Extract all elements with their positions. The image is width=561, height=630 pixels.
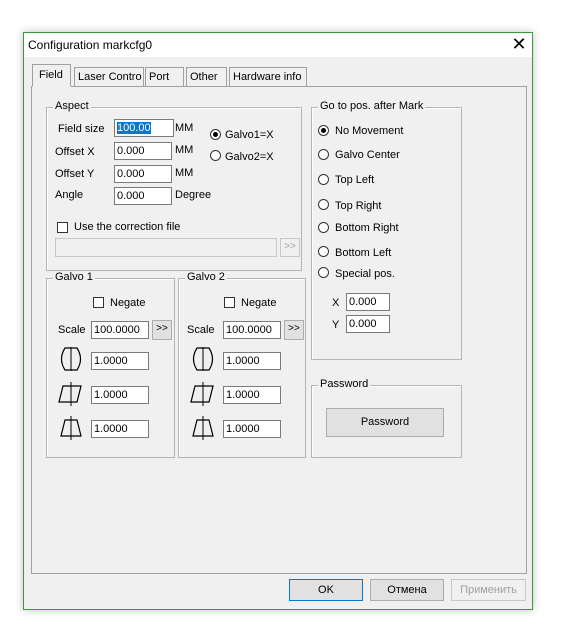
- goto-radio-galvo-center[interactable]: [318, 149, 329, 160]
- password-group: Password Password: [311, 378, 462, 458]
- galvo2-param2-input[interactable]: 1.0000: [223, 386, 281, 404]
- galvo2-group: Galvo 2 Negate Scale 100.0000 >> 1.0000 …: [178, 271, 306, 458]
- goto-radio-bottom-left[interactable]: [318, 246, 329, 257]
- tab-label: Other: [190, 71, 218, 83]
- goto-pos-legend: Go to pos. after Mark: [318, 100, 426, 112]
- cancel-button[interactable]: Отмена: [370, 579, 444, 601]
- password-legend: Password: [318, 378, 371, 390]
- title-bar[interactable]: Configuration markcfg0 ✕: [24, 33, 532, 57]
- goto-radio-top-right[interactable]: [318, 199, 329, 210]
- ok-button[interactable]: OK: [289, 579, 363, 601]
- galvo2-scale-button[interactable]: >>: [284, 320, 304, 340]
- tab-port[interactable]: Port: [145, 67, 184, 86]
- goto-label-bottom-left: Bottom Left: [335, 247, 392, 259]
- galvo1x-label: Galvo1=X: [225, 129, 274, 141]
- galvo1-scale-label: Scale: [58, 324, 86, 336]
- field-size-label: Field size: [58, 123, 105, 135]
- tab-field[interactable]: Field: [32, 64, 71, 87]
- goto-label-top-right: Top Right: [335, 200, 382, 212]
- goto-radio-top-left[interactable]: [318, 174, 329, 185]
- offset-x-label: Offset X: [55, 146, 95, 158]
- angle-label: Angle: [55, 189, 84, 201]
- offset-x-input[interactable]: 0.000: [114, 142, 172, 160]
- goto-radio-no-movement[interactable]: [318, 125, 329, 136]
- correction-checkbox[interactable]: [57, 222, 68, 233]
- tab-label: Port: [149, 71, 170, 83]
- special-y-label: Y: [332, 319, 340, 331]
- correction-label: Use the correction file: [74, 221, 181, 233]
- trapezoid-distortion-icon: [189, 416, 217, 440]
- correction-path-input[interactable]: [55, 238, 277, 257]
- trapezoid-distortion-icon: [57, 416, 85, 440]
- offset-y-input[interactable]: 0.000: [114, 165, 172, 183]
- galvo2-scale-input[interactable]: 100.0000: [223, 321, 281, 339]
- tab-other[interactable]: Other: [186, 67, 227, 86]
- goto-label-bottom-right: Bottom Right: [335, 222, 399, 234]
- aspect-legend: Aspect: [53, 100, 91, 112]
- galvo1-param1-input[interactable]: 1.0000: [91, 352, 149, 370]
- field-size-input[interactable]: 100.00: [114, 119, 174, 137]
- galvo1-param3-input[interactable]: 1.0000: [91, 420, 149, 438]
- special-x-label: X: [332, 297, 340, 309]
- galvo2-param3-input[interactable]: 1.0000: [223, 420, 281, 438]
- galvo1-scale-input[interactable]: 100.0000: [91, 321, 149, 339]
- galvo2x-label: Galvo2=X: [225, 151, 274, 163]
- galvo1-group: Galvo 1 Negate Scale 100.0000 >> 1.0000 …: [46, 271, 175, 458]
- goto-label-galvo-center: Galvo Center: [335, 149, 400, 161]
- galvo1-param2-input[interactable]: 1.0000: [91, 386, 149, 404]
- galvo2-param1-input[interactable]: 1.0000: [223, 352, 281, 370]
- galvo1-legend: Galvo 1: [53, 271, 95, 283]
- offset-x-unit: MM: [175, 144, 194, 156]
- galvo2-legend: Galvo 2: [185, 271, 227, 283]
- special-y-input[interactable]: 0.000: [346, 315, 390, 333]
- close-icon[interactable]: ✕: [509, 34, 529, 54]
- goto-radio-bottom-right[interactable]: [318, 222, 329, 233]
- galvo2-negate-label: Negate: [241, 297, 277, 309]
- tab-label: Laser Contro: [78, 71, 142, 83]
- barrel-distortion-icon: [57, 347, 85, 371]
- galvo2x-radio[interactable]: [210, 150, 221, 161]
- correction-browse-button[interactable]: >>: [280, 238, 300, 257]
- dialog-window: Configuration markcfg0 ✕ Field Laser Con…: [23, 32, 533, 610]
- angle-input[interactable]: 0.000: [114, 187, 172, 205]
- tab-laser-control[interactable]: Laser Contro: [74, 67, 144, 86]
- galvo1-scale-button[interactable]: >>: [152, 320, 172, 340]
- tab-hardware-info[interactable]: Hardware info: [229, 67, 307, 86]
- galvo2-negate-checkbox[interactable]: [224, 297, 235, 308]
- barrel-distortion-icon: [189, 347, 217, 371]
- goto-pos-group: Go to pos. after Mark No Movement Galvo …: [311, 100, 462, 360]
- goto-label-top-left: Top Left: [335, 174, 375, 186]
- goto-label-special-pos: Special pos.: [335, 268, 395, 280]
- angle-unit: Degree: [175, 189, 212, 201]
- aspect-group: Aspect Field size 100.00 MM Offset X 0.0…: [46, 100, 302, 271]
- galvo1x-radio[interactable]: [210, 129, 221, 140]
- galvo1-negate-label: Negate: [110, 297, 146, 309]
- goto-label-no-movement: No Movement: [335, 125, 404, 137]
- special-x-input[interactable]: 0.000: [346, 293, 390, 311]
- parallelogram-distortion-icon: [189, 382, 217, 406]
- goto-radio-special-pos[interactable]: [318, 267, 329, 278]
- offset-y-unit: MM: [175, 167, 194, 179]
- password-button[interactable]: Password: [326, 408, 444, 437]
- parallelogram-distortion-icon: [57, 382, 85, 406]
- tab-page-field: Aspect Field size 100.00 MM Offset X 0.0…: [31, 86, 527, 574]
- window-title: Configuration markcfg0: [28, 38, 153, 52]
- galvo2-scale-label: Scale: [187, 324, 215, 336]
- galvo1-negate-checkbox[interactable]: [93, 297, 104, 308]
- tab-label: Hardware info: [233, 71, 302, 83]
- offset-y-label: Offset Y: [55, 168, 95, 180]
- apply-button[interactable]: Применить: [451, 579, 526, 601]
- field-size-unit: MM: [175, 122, 194, 134]
- tab-label: Field: [39, 69, 63, 81]
